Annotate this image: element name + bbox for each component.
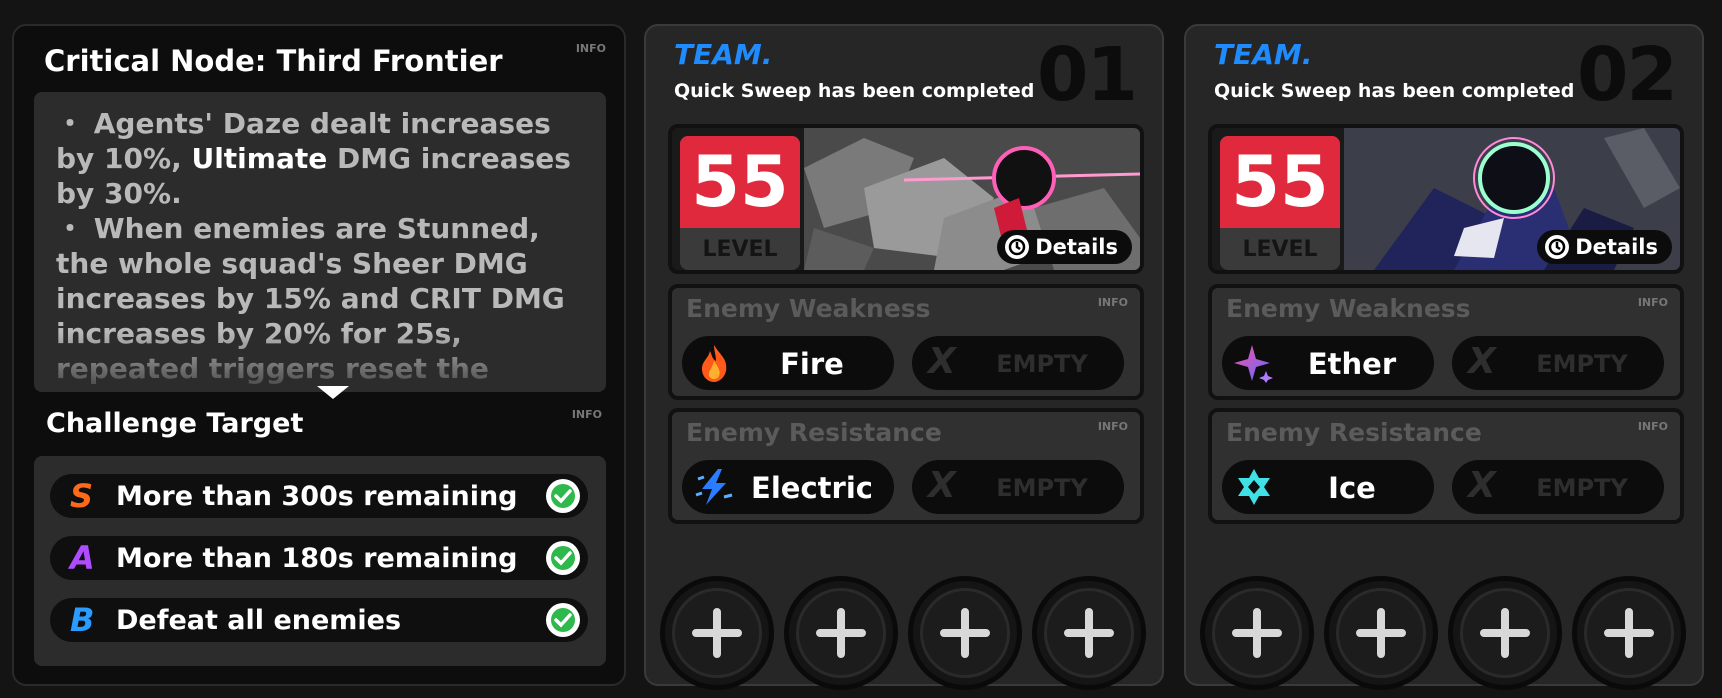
rank-a-icon: A: [70, 539, 95, 577]
details-button[interactable]: Details: [1537, 230, 1672, 264]
resistance-name: Ice: [1328, 471, 1376, 505]
level-value: 55: [1220, 136, 1340, 228]
agent-slot-3[interactable]: [908, 576, 1022, 690]
challenge-row-a: A More than 180s remaining: [50, 536, 588, 580]
agent-slot-2[interactable]: [1324, 576, 1438, 690]
agent-slot-1[interactable]: [1200, 576, 1314, 690]
challenge-text: Defeat all enemies: [116, 605, 402, 636]
team-status: Quick Sweep has been completed: [1214, 80, 1575, 102]
level-value: 55: [680, 136, 800, 228]
check-icon: [546, 541, 580, 575]
weakness-title: Enemy Weakness: [686, 294, 931, 323]
empty-x-icon: X: [928, 465, 956, 506]
empty-label: EMPTY: [1536, 350, 1628, 378]
details-label: Details: [1575, 235, 1658, 259]
weakness-ether[interactable]: Ether: [1222, 336, 1434, 390]
agent-slot-1[interactable]: [660, 576, 774, 690]
empty-x-icon: X: [1468, 341, 1496, 382]
team-status: Quick Sweep has been completed: [674, 80, 1035, 102]
fire-icon: [694, 343, 734, 383]
challenge-text: More than 300s remaining: [116, 481, 518, 512]
ether-icon: [1234, 343, 1274, 383]
team-label: TEAM.: [1214, 38, 1313, 71]
enemy-resistance-section: Enemy Resistance INFO Electric X EMPTY: [668, 408, 1144, 524]
challenge-row-s: S More than 300s remaining: [50, 474, 588, 518]
empty-x-icon: X: [928, 341, 956, 382]
enemy-banner[interactable]: 55 LEVEL Details: [668, 124, 1144, 274]
team-number: 01: [1037, 32, 1138, 118]
weakness-name: Ether: [1307, 347, 1397, 381]
critical-node-panel: Critical Node: Third Frontier INFO ・ Age…: [12, 24, 626, 686]
level-badge: 55 LEVEL: [680, 136, 800, 270]
scroll-down-icon[interactable]: [317, 386, 349, 399]
clock-icon: [1545, 235, 1570, 259]
resistance-ice[interactable]: Ice: [1222, 460, 1434, 514]
ice-icon: [1234, 467, 1274, 507]
resistance-empty-slot: X EMPTY: [1452, 460, 1664, 514]
agent-slot-4[interactable]: [1032, 576, 1146, 690]
empty-x-icon: X: [1468, 465, 1496, 506]
empty-label: EMPTY: [996, 350, 1088, 378]
weakness-name: Fire: [780, 347, 844, 381]
add-icon: [816, 608, 866, 658]
agent-slot-4[interactable]: [1572, 576, 1686, 690]
node-info-button[interactable]: INFO: [576, 42, 606, 55]
weakness-info-button[interactable]: INFO: [1638, 296, 1668, 309]
empty-label: EMPTY: [996, 474, 1088, 502]
add-icon: [1480, 608, 1530, 658]
clock-icon: [1005, 235, 1030, 259]
level-badge: 55 LEVEL: [1220, 136, 1340, 270]
add-icon: [1064, 608, 1114, 658]
resistance-empty-slot: X EMPTY: [912, 460, 1124, 514]
enemy-weakness-section: Enemy Weakness INFO Fire X EMPTY: [668, 284, 1144, 400]
add-icon: [1232, 608, 1282, 658]
rank-s-icon: S: [70, 477, 94, 515]
resistance-info-button[interactable]: INFO: [1098, 420, 1128, 433]
resistance-info-button[interactable]: INFO: [1638, 420, 1668, 433]
challenge-info-button[interactable]: INFO: [572, 408, 602, 421]
level-label: LEVEL: [702, 236, 778, 262]
details-button[interactable]: Details: [997, 230, 1132, 264]
add-icon: [1356, 608, 1406, 658]
enemy-weakness-section: Enemy Weakness INFO Ether X EMPTY: [1208, 284, 1684, 400]
scroll-fade: [34, 332, 606, 392]
add-icon: [1604, 608, 1654, 658]
add-icon: [940, 608, 990, 658]
resistance-electric[interactable]: Electric: [682, 460, 894, 514]
enemy-banner[interactable]: 55 LEVEL Details: [1208, 124, 1684, 274]
empty-label: EMPTY: [1536, 474, 1628, 502]
weakness-fire[interactable]: Fire: [682, 336, 894, 390]
agent-slot-3[interactable]: [1448, 576, 1562, 690]
level-label: LEVEL: [1242, 236, 1318, 262]
agent-slot-2[interactable]: [784, 576, 898, 690]
description-line-1: ・ Agents' Daze dealt increases by 10%, U…: [56, 106, 584, 211]
check-icon: [546, 603, 580, 637]
resistance-title: Enemy Resistance: [686, 418, 942, 447]
challenge-title: Challenge Target: [46, 408, 304, 439]
add-icon: [692, 608, 742, 658]
weakness-empty-slot: X EMPTY: [912, 336, 1124, 390]
weakness-empty-slot: X EMPTY: [1452, 336, 1664, 390]
resistance-title: Enemy Resistance: [1226, 418, 1482, 447]
description-highlight: Ultimate: [191, 142, 328, 175]
challenge-row-b: B Defeat all enemies: [50, 598, 588, 642]
check-icon: [546, 479, 580, 513]
team-number: 02: [1577, 32, 1678, 118]
enemy-resistance-section: Enemy Resistance INFO Ice X EMPTY: [1208, 408, 1684, 524]
node-title: Critical Node: Third Frontier: [44, 44, 503, 78]
team-panel-01: TEAM. Quick Sweep has been completed 01 …: [644, 24, 1164, 690]
weakness-info-button[interactable]: INFO: [1098, 296, 1128, 309]
challenge-text: More than 180s remaining: [116, 543, 518, 574]
details-label: Details: [1035, 235, 1118, 259]
team-label: TEAM.: [674, 38, 773, 71]
resistance-name: Electric: [751, 471, 873, 505]
challenge-list: S More than 300s remaining A More than 1…: [34, 456, 606, 666]
team-panel-02: TEAM. Quick Sweep has been completed 02 …: [1184, 24, 1704, 690]
rank-b-icon: B: [70, 601, 95, 639]
weakness-title: Enemy Weakness: [1226, 294, 1471, 323]
electric-icon: [694, 467, 734, 507]
node-description[interactable]: ・ Agents' Daze dealt increases by 10%, U…: [34, 92, 606, 392]
